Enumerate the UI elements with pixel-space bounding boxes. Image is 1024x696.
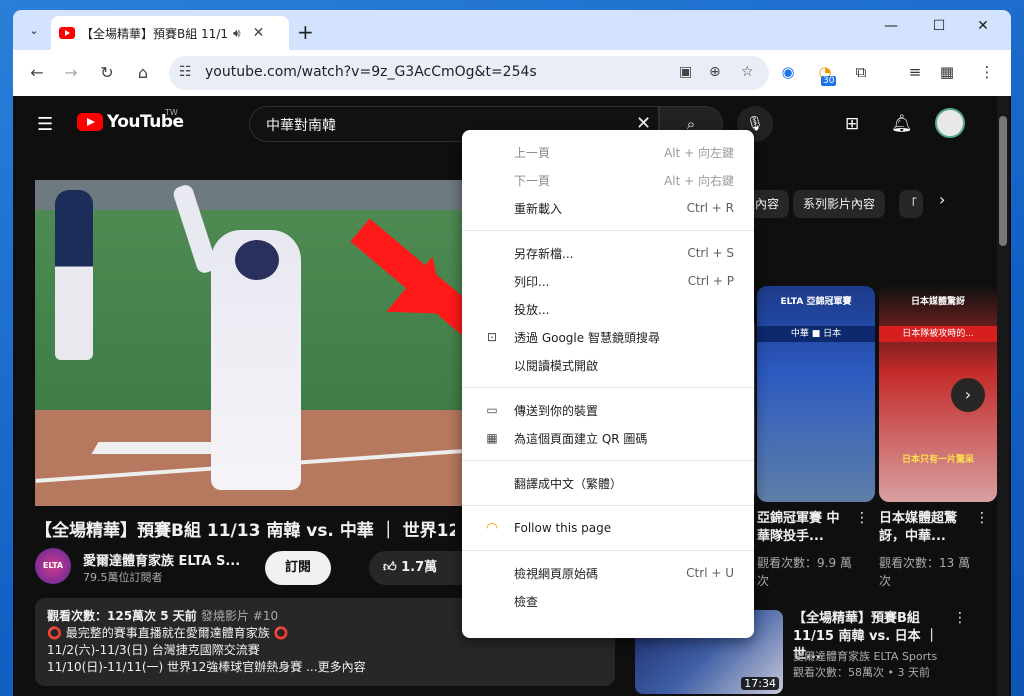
- red-circle-icon: ⭕: [269, 626, 289, 640]
- thumbs-up-icon: 👍︎: [383, 560, 402, 575]
- video-title: 【全場精華】預賽B組 11/13 南韓 vs. 中華 ｜ 世界12: [35, 521, 455, 541]
- tab-youtube[interactable]: 【全場精華】預賽B組 11/1 🔊︎ ✕: [51, 16, 289, 50]
- shorts-title[interactable]: 日本媒體超驚訝，中華...: [879, 510, 971, 546]
- scrollbar-thumb[interactable]: [999, 116, 1007, 246]
- channel-name[interactable]: 愛爾達體育家族 ELTA S...: [83, 550, 240, 569]
- address-bar[interactable]: ☷ youtube.com/watch?v=9z_G3AcCmOg&t=254s…: [169, 56, 769, 90]
- more-options-icon[interactable]: ⋮: [975, 510, 989, 526]
- thumb-text: 日本媒體驚訝: [910, 297, 965, 307]
- back-arrow-icon[interactable]: ←: [25, 63, 49, 82]
- thumb-caption: 日本只有一片驚呆: [901, 455, 974, 465]
- runner-helmet: [235, 240, 279, 280]
- youtube-play-icon: [77, 113, 103, 131]
- shorts-title[interactable]: 亞錦冠軍賽 中華隊投手...: [757, 510, 849, 546]
- menu-item-back[interactable]: 上一頁 Alt + 向左鍵: [462, 138, 754, 166]
- menu-item-google-lens[interactable]: ⊡ 透過 Google 智慧鏡頭搜尋: [462, 323, 754, 351]
- menu-separator: [462, 387, 754, 388]
- thumb-text: ELTA 亞錦冠軍賽: [780, 297, 852, 307]
- reload-icon[interactable]: ↻: [95, 63, 119, 82]
- fielder-figure: [55, 190, 93, 360]
- page-scrollbar[interactable]: [997, 96, 1009, 696]
- menu-separator: [462, 505, 754, 506]
- subscriber-count: 79.5萬位訂閱者: [83, 571, 163, 584]
- menu-item-qr-code[interactable]: ▦ 為這個頁面建立 QR 圖碼: [462, 424, 754, 452]
- like-button[interactable]: 👍︎ 1.7萬: [369, 551, 469, 585]
- site-info-icon[interactable]: ☷: [179, 64, 192, 80]
- close-window-button[interactable]: ✕: [963, 18, 1003, 34]
- media-controls-icon[interactable]: ≡: [903, 63, 927, 81]
- subscribe-button[interactable]: 訂閱: [265, 551, 331, 585]
- like-count: 1.7萬: [401, 560, 438, 575]
- menu-item-follow-page[interactable]: ◠ Follow this page: [462, 514, 754, 542]
- filter-chip[interactable]: 「: [899, 190, 924, 218]
- shorts-views: 觀看次數：13 萬次: [879, 556, 971, 588]
- more-options-icon[interactable]: ⋮: [855, 510, 869, 526]
- menu-item-print[interactable]: 列印... Ctrl + P: [462, 267, 754, 295]
- thumb-band: 中華 ■ 日本: [757, 326, 875, 342]
- menu-item-reload[interactable]: 重新載入 Ctrl + R: [462, 194, 754, 222]
- account-avatar[interactable]: [935, 108, 965, 138]
- menu-kebab-icon[interactable]: ⋮: [975, 63, 999, 81]
- youtube-favicon-icon: [59, 27, 75, 39]
- menu-item-send-to-device[interactable]: ▭ 傳送到你的裝置: [462, 396, 754, 424]
- url-text[interactable]: youtube.com/watch?v=9z_G3AcCmOg&t=254s: [205, 64, 537, 80]
- extension-badge: 30: [821, 76, 837, 86]
- notifications-bell-icon[interactable]: 🔔︎: [891, 114, 913, 134]
- trending-tag[interactable]: 發燒影片 #10: [201, 609, 278, 623]
- menu-separator: [462, 460, 754, 461]
- minimize-button[interactable]: —: [871, 18, 911, 34]
- more-options-icon[interactable]: ⋮: [953, 610, 967, 626]
- base-bag: [91, 442, 219, 454]
- thumb-band: 日本隊被攻時的...: [879, 326, 997, 342]
- related-video-channel[interactable]: 愛爾達體育家族 ELTA Sports: [793, 648, 937, 664]
- menu-item-translate[interactable]: 翻譯成中文（繁體）: [462, 469, 754, 497]
- tab-title: 【全場精華】預賽B組 11/1: [81, 26, 227, 41]
- profile-icon[interactable]: ▦: [935, 63, 959, 81]
- google-lens-icon: ⊡: [486, 330, 498, 344]
- home-icon[interactable]: ⌂: [131, 63, 155, 82]
- rss-feed-icon: ◠: [485, 520, 499, 536]
- shorts-card[interactable]: ELTA 亞錦冠軍賽 中華 ■ 日本: [757, 286, 875, 502]
- menu-separator: [462, 230, 754, 231]
- menu-item-cast[interactable]: 投放...: [462, 295, 754, 323]
- region-label: TW: [165, 108, 178, 117]
- shazam-extension-icon[interactable]: ◉: [776, 63, 800, 81]
- tab-search-chevron-icon[interactable]: ⌄: [23, 18, 45, 42]
- tab-strip: ⌄ 【全場精華】預賽B組 11/1 🔊︎ ✕ + — ☐ ✕: [13, 10, 1011, 50]
- channel-avatar[interactable]: ELTA: [35, 548, 71, 584]
- description-line: 11/10(日)-11/11(一) 世界12強棒球官辦熱身賽 ...更多內容: [47, 660, 366, 674]
- context-menu: 上一頁 Alt + 向左鍵 下一頁 Alt + 向右鍵 重新載入 Ctrl + R 另…: [462, 130, 754, 638]
- menu-item-save-as[interactable]: 另存新檔... Ctrl + S: [462, 239, 754, 267]
- menu-item-reading-mode[interactable]: 以閱讀模式開啟: [462, 351, 754, 379]
- menu-item-inspect[interactable]: 檢查: [462, 587, 754, 615]
- red-circle-icon: ⭕: [47, 626, 66, 640]
- search-query[interactable]: 中華對南韓: [266, 115, 336, 135]
- video-duration: 17:34: [741, 677, 779, 690]
- maximize-button[interactable]: ☐: [919, 18, 959, 34]
- menu-item-forward[interactable]: 下一頁 Alt + 向右鍵: [462, 166, 754, 194]
- bookmark-star-icon[interactable]: ☆: [741, 64, 754, 80]
- menu-item-view-source[interactable]: 檢視網頁原始碼 Ctrl + U: [462, 559, 754, 587]
- close-tab-icon[interactable]: ✕: [253, 25, 265, 41]
- related-video-meta: 觀看次數：58萬次 • 3 天前: [793, 666, 930, 679]
- qr-code-icon: ▦: [486, 431, 498, 445]
- install-app-icon[interactable]: ▣: [679, 64, 692, 80]
- carousel-next-icon[interactable]: ›: [951, 378, 985, 412]
- new-tab-button[interactable]: +: [297, 20, 314, 44]
- browser-window: ⌄ 【全場精華】預賽B組 11/1 🔊︎ ✕ + — ☐ ✕ ← → ↻ ⌂ ☷…: [13, 10, 1011, 696]
- extensions-puzzle-icon[interactable]: ⧉: [849, 63, 873, 81]
- create-video-icon[interactable]: ⊞: [845, 114, 859, 134]
- forward-arrow-icon[interactable]: →: [59, 63, 83, 82]
- browser-toolbar: ← → ↻ ⌂ ☷ youtube.com/watch?v=9z_G3AcCmO…: [13, 50, 1011, 96]
- shorts-views: 觀看次數：9.9 萬次: [757, 556, 852, 588]
- hamburger-menu-icon[interactable]: ☰: [37, 114, 53, 135]
- description-line: 11/2(六)-11/3(日) 台灣捷克國際交流賽: [47, 643, 260, 657]
- zoom-icon[interactable]: ⊕: [709, 64, 721, 80]
- devices-icon: ▭: [486, 403, 498, 417]
- views-date: 觀看次數：125萬次 5 天前: [47, 609, 197, 623]
- menu-separator: [462, 550, 754, 551]
- chip-next-chevron-icon[interactable]: ›: [939, 190, 945, 209]
- speaker-icon[interactable]: 🔊︎: [233, 26, 241, 41]
- filter-chip[interactable]: 系列影片內容: [793, 190, 886, 218]
